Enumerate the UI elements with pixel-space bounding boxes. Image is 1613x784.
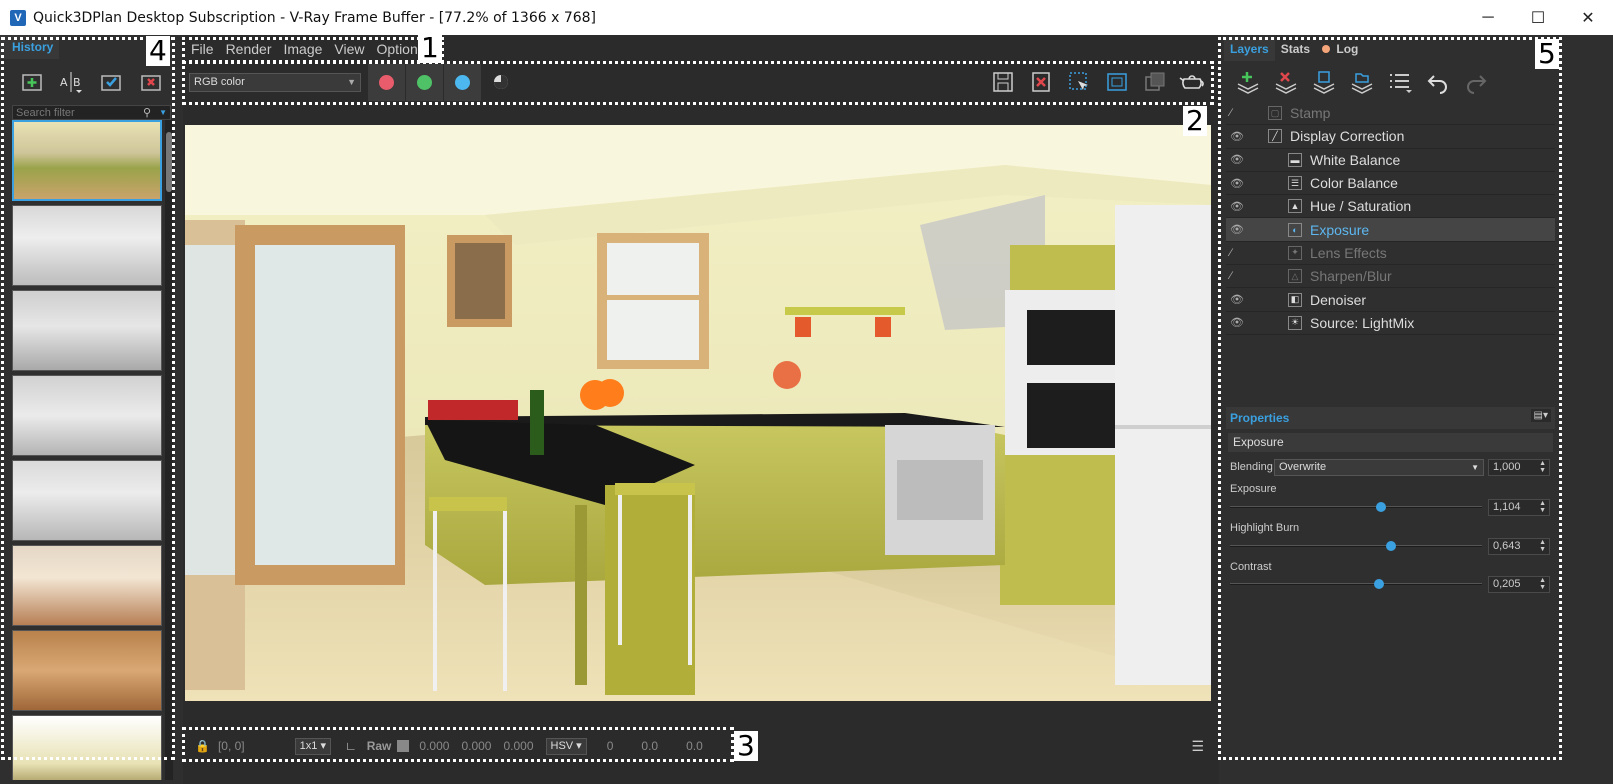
callout-frame-layers	[1218, 37, 1562, 760]
callout-frame-history	[1, 37, 175, 760]
callout-frame-status	[182, 727, 734, 762]
callout-frame-toolbar	[182, 61, 1214, 105]
callout-2: 2	[1183, 106, 1207, 136]
render-viewport[interactable]	[185, 125, 1211, 701]
callout-frame-menu	[182, 37, 444, 63]
window-titlebar: V Quick3DPlan Desktop Subscription - V-R…	[0, 0, 1613, 35]
maximize-button[interactable]: ☐	[1513, 0, 1563, 35]
close-button[interactable]: ✕	[1563, 0, 1613, 35]
callout-5: 5	[1535, 39, 1559, 69]
callout-3: 3	[734, 731, 758, 761]
log-toggle-icon[interactable]: ☰	[1191, 738, 1204, 755]
window-title: Quick3DPlan Desktop Subscription - V-Ray…	[33, 9, 597, 26]
callout-4: 4	[146, 36, 170, 66]
kitchen-render-image	[185, 125, 1211, 701]
minimize-button[interactable]: ─	[1463, 0, 1513, 35]
callout-1: 1	[418, 33, 442, 63]
vray-app-icon: V	[10, 9, 26, 26]
